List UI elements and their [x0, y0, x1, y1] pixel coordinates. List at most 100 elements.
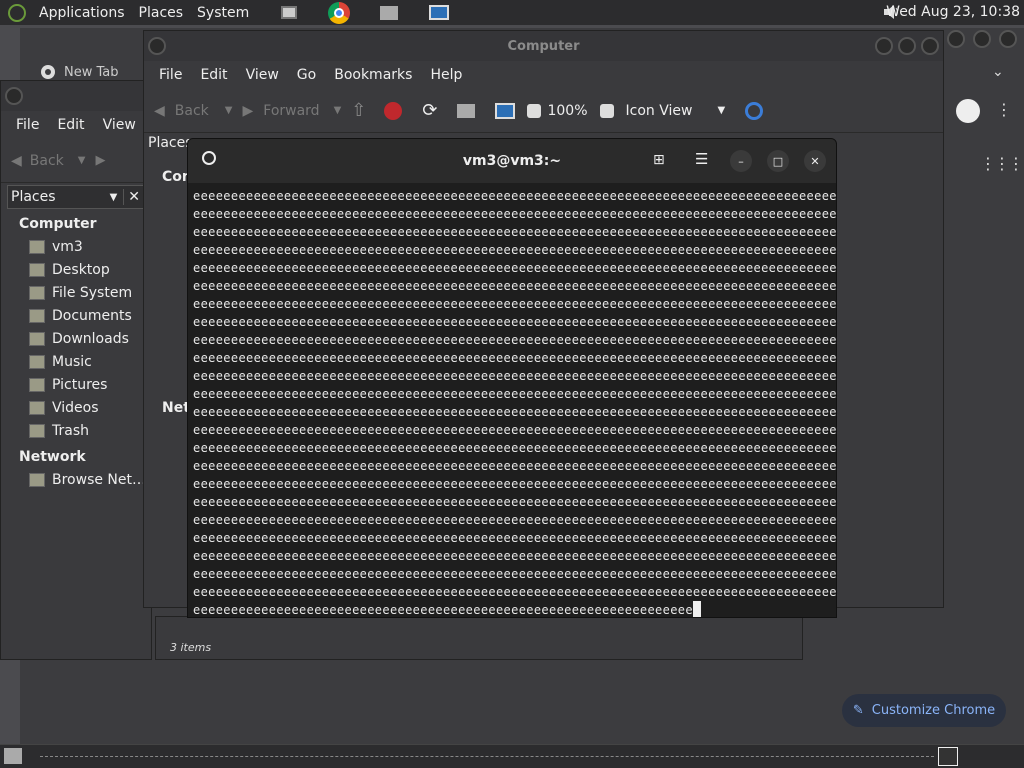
- customize-chrome-button[interactable]: ✎ Customize Chrome: [842, 694, 1006, 727]
- close-sidebar-icon[interactable]: ✕: [123, 189, 144, 205]
- sidebar-item-label: File System: [52, 284, 133, 301]
- home-icon[interactable]: [457, 103, 476, 118]
- system-menu[interactable]: System: [190, 5, 256, 21]
- forward-button[interactable]: ▶ Forward ▼: [242, 103, 341, 119]
- folder-icon: [29, 262, 45, 277]
- terminal-cursor: [692, 601, 701, 617]
- profile-icon[interactable]: [956, 99, 980, 123]
- sidebar-item[interactable]: Trash: [1, 419, 151, 442]
- terminal-launcher-icon[interactable]: [278, 4, 300, 22]
- sidebar-item[interactable]: File System: [1, 281, 151, 304]
- sidebar-selector-label: Places: [11, 189, 56, 205]
- menu-go[interactable]: Go: [288, 67, 325, 83]
- chevron-down-icon[interactable]: ⌄: [992, 64, 1004, 80]
- chrome-minimize-button[interactable]: [947, 30, 965, 48]
- folder-icon: [29, 239, 45, 254]
- top-panel: Applications Places System Wed Aug 23, 1…: [0, 0, 1024, 25]
- stop-icon[interactable]: [384, 101, 403, 120]
- chrome-maximize-button[interactable]: [973, 30, 991, 48]
- terminal-header[interactable]: vm3@vm3:~ ⊞ ☰ – □ ✕: [188, 139, 836, 183]
- computer-sidebar-header[interactable]: Places: [148, 135, 193, 151]
- terminal-line: eeeeeeeeeeeeeeeeeeeeeeeeeeeeeeeeeeeeeeee…: [193, 333, 836, 347]
- zoom-out-icon[interactable]: [527, 103, 542, 118]
- sidebar-item-label: Videos: [52, 399, 99, 416]
- folder-icon: [29, 354, 45, 369]
- sidebar-item[interactable]: Pictures: [1, 373, 151, 396]
- back-dropdown-icon[interactable]: ▼: [225, 105, 233, 116]
- sidebar-item-label: Trash: [52, 422, 89, 439]
- clock[interactable]: Wed Aug 23, 10:38: [886, 4, 1020, 20]
- window-list: [40, 756, 934, 757]
- computer-icon[interactable]: [495, 102, 516, 119]
- sidebar-item[interactable]: Documents: [1, 304, 151, 327]
- gnome-foot-icon[interactable]: [8, 3, 26, 22]
- terminal-output[interactable]: eeeeeeeeeeeeeeeeeeeeeeeeeeeeeeeeeeeeeeee…: [188, 183, 836, 617]
- forward-arrow-icon[interactable]: ▶: [95, 153, 105, 168]
- sidebar-item-label: Browse Net…: [52, 471, 147, 488]
- pencil-icon: ✎: [852, 703, 864, 718]
- sidebar-selector[interactable]: Places ▼ ✕: [7, 185, 145, 209]
- places-menu[interactable]: Places: [132, 5, 191, 21]
- chrome-close-button[interactable]: [999, 30, 1017, 48]
- close-button[interactable]: ✕: [804, 150, 826, 172]
- forward-label: Forward: [263, 102, 320, 119]
- fm-back-titlebar[interactable]: [1, 81, 151, 111]
- computer-launcher-icon[interactable]: [428, 4, 450, 22]
- sidebar-item[interactable]: vm3: [1, 235, 151, 258]
- workspace-switcher-icon[interactable]: [938, 747, 958, 766]
- status-bar: 3 items: [155, 616, 803, 660]
- terminal-line: eeeeeeeeeeeeeeeeeeeeeeeeeeeeeeeeeeeeeeee…: [193, 567, 836, 581]
- new-tab-icon[interactable]: ⊞: [653, 152, 665, 168]
- menu-view[interactable]: View: [94, 117, 145, 133]
- up-arrow-icon[interactable]: ⇧: [351, 100, 366, 121]
- terminal-line: eeeeeeeeeeeeeeeeeeeeeeeeeeeeeeeeeeeeeeee…: [193, 261, 836, 275]
- menu-edit[interactable]: Edit: [48, 117, 93, 133]
- reload-icon[interactable]: ⟳: [422, 100, 437, 121]
- back-button[interactable]: ◀ Back ▼: [154, 103, 232, 119]
- terminal-line: eeeeeeeeeeeeeeeeeeeeeeeeeeeeeeeeeeeeeeee…: [193, 387, 836, 401]
- folder-icon: [29, 308, 45, 323]
- home-folder-launcher-icon[interactable]: [378, 4, 400, 22]
- sidebar-item[interactable]: Browse Net…: [1, 468, 151, 491]
- minimize-button[interactable]: [875, 37, 893, 55]
- sidebar-item[interactable]: Desktop: [1, 258, 151, 281]
- menu-file[interactable]: File: [7, 117, 48, 133]
- maximize-button[interactable]: □: [767, 150, 789, 172]
- forward-dropdown-icon[interactable]: ▼: [334, 105, 342, 116]
- search-icon[interactable]: [745, 101, 764, 120]
- menu-edit[interactable]: Edit: [191, 67, 236, 83]
- dropdown-arrow-icon: ▼: [109, 191, 118, 203]
- zoom-in-icon[interactable]: [599, 103, 614, 118]
- minimize-button[interactable]: –: [730, 150, 752, 172]
- chrome-launcher-icon[interactable]: [328, 1, 351, 24]
- terminal-line: eeeeeeeeeeeeeeeeeeeeeeeeeeeeeeeeeeeeeeee…: [193, 297, 836, 311]
- fm-back-menu-button[interactable]: [5, 87, 23, 105]
- view-dropdown-icon[interactable]: ▼: [718, 105, 726, 116]
- apps-grid-icon[interactable]: ⋮⋮⋮: [980, 154, 1024, 173]
- sidebar-item[interactable]: Downloads: [1, 327, 151, 350]
- terminal-line: eeeeeeeeeeeeeeeeeeeeeeeeeeeeeeeeeeeeeeee…: [193, 189, 836, 203]
- folder-icon: [29, 472, 45, 487]
- view-mode-select[interactable]: Icon View: [626, 103, 718, 119]
- back-dropdown-icon[interactable]: ▼: [78, 155, 86, 166]
- applications-menu[interactable]: Applications: [32, 5, 132, 21]
- terminal-line: eeeeeeeeeeeeeeeeeeeeeeeeeeeeeeeeeeeeeeee…: [193, 351, 836, 365]
- maximize-button[interactable]: [898, 37, 916, 55]
- back-button[interactable]: ◀ Back ▼: [11, 153, 85, 169]
- more-menu-icon[interactable]: ⋮: [996, 100, 1012, 119]
- menu-file[interactable]: File: [150, 67, 191, 83]
- menu-view[interactable]: View: [237, 67, 288, 83]
- window-menu-button[interactable]: [148, 37, 166, 55]
- computer-titlebar[interactable]: Computer: [144, 31, 943, 61]
- close-button[interactable]: [921, 37, 939, 55]
- sidebar-item-label: vm3: [52, 238, 83, 255]
- sidebar-item[interactable]: Music: [1, 350, 151, 373]
- sidebar-item-label: Downloads: [52, 330, 129, 347]
- show-desktop-icon[interactable]: [4, 748, 22, 764]
- sidebar-item[interactable]: Videos: [1, 396, 151, 419]
- menu-help[interactable]: Help: [421, 67, 471, 83]
- menu-bookmarks[interactable]: Bookmarks: [325, 67, 421, 83]
- hamburger-menu-icon[interactable]: ☰: [695, 150, 708, 168]
- terminal-line: eeeeeeeeeeeeeeeeeeeeeeeeeeeeeeeeeeeeeeee…: [193, 423, 836, 437]
- customize-label: Customize Chrome: [871, 703, 996, 718]
